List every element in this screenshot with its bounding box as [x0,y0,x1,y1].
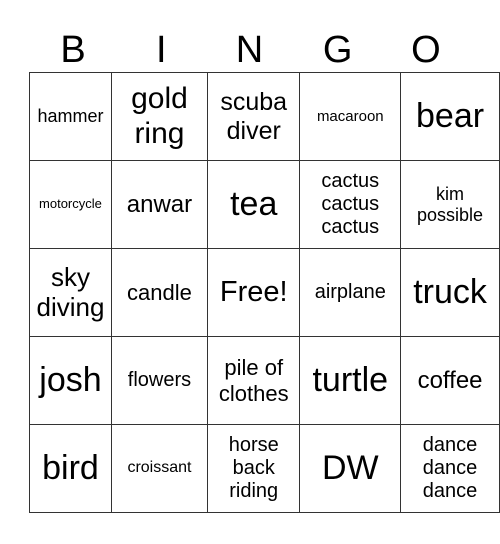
bingo-cell[interactable]: truck [400,248,500,337]
grid-row: hammer gold ring scuba diver macaroon be… [29,72,500,161]
bingo-cell[interactable]: kim possible [400,160,500,249]
bingo-cell[interactable]: pile of clothes [206,336,301,425]
bingo-cell[interactable]: gold ring [110,72,208,161]
grid-row: motorcycle anwar tea cactus cactus cactu… [29,160,500,249]
bingo-cell[interactable]: turtle [299,336,402,425]
bingo-cell[interactable]: cactus cactus cactus [299,160,402,249]
grid-row: sky diving candle Free! airplane truck [29,248,500,337]
grid-row: bird croissant horse back riding DW danc… [29,424,500,513]
bingo-cell[interactable]: horse back riding [206,424,301,513]
header-letter-b: B [60,29,86,71]
bingo-cell[interactable]: sky diving [29,248,112,337]
bingo-cell[interactable]: hammer [29,72,112,161]
bingo-cell[interactable]: flowers [110,336,208,425]
grid-row: josh flowers pile of clothes turtle coff… [29,336,500,425]
bingo-cell[interactable]: anwar [110,160,208,249]
bingo-cell[interactable]: candle [110,248,208,337]
bingo-grid: hammer gold ring scuba diver macaroon be… [29,72,500,513]
header-letter-g: G [322,29,353,71]
bingo-cell[interactable]: bear [400,72,500,161]
bingo-cell[interactable]: DW [299,424,402,513]
bingo-cell[interactable]: airplane [299,248,402,337]
header-letter-o: O [411,29,441,71]
bingo-cell[interactable]: bird [29,424,112,513]
header-letter-n: N [235,29,264,71]
bingo-cell[interactable]: motorcycle [29,160,112,249]
bingo-cell[interactable]: coffee [400,336,500,425]
bingo-cell[interactable]: tea [206,160,301,249]
free-space-cell[interactable]: Free! [206,248,301,337]
bingo-cell[interactable]: croissant [110,424,208,513]
header-letter-i: I [156,29,167,71]
bingo-cell[interactable]: scuba diver [206,72,301,161]
bingo-cell[interactable]: josh [29,336,112,425]
bingo-cell[interactable]: macaroon [299,72,402,161]
bingo-cell[interactable]: dance dance dance [400,424,500,513]
bingo-header: B I N G O [29,28,470,72]
